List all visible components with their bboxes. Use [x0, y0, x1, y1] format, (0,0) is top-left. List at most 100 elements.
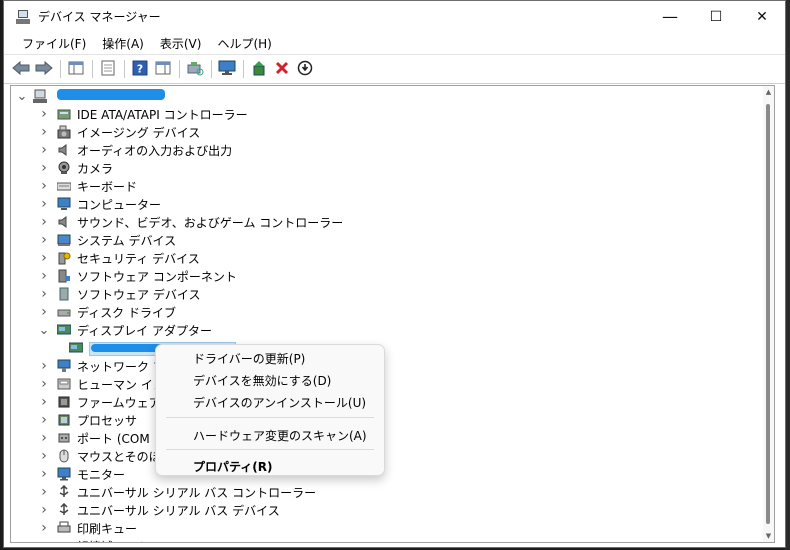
- minimize-icon: —: [662, 7, 678, 26]
- menu-help[interactable]: ヘルプ(H): [209, 35, 279, 52]
- tree-item[interactable]: › キーボード: [37, 177, 137, 195]
- chevron-right-icon[interactable]: ›: [37, 358, 51, 374]
- scroll-up-arrow-icon[interactable]: ▲: [764, 88, 773, 96]
- ctx-disable-device[interactable]: デバイスを無効にする(D): [193, 372, 331, 389]
- device-tree[interactable]: ▲ ▼ ⌄ › IDE ATA/ATAPI コントローラー › イメージング デバイス ›…: [10, 85, 775, 543]
- tree-item-label: サウンド、ビデオ、およびゲーム コントローラー: [77, 215, 344, 230]
- chevron-right-icon[interactable]: ›: [37, 142, 51, 158]
- storage-controller-icon: [57, 539, 71, 542]
- chevron-right-icon[interactable]: ›: [37, 466, 51, 482]
- tree-item[interactable]: › モニター: [37, 465, 125, 483]
- disable-device-button[interactable]: [294, 58, 316, 80]
- tree-item-child[interactable]: [55, 339, 89, 357]
- back-arrow-button[interactable]: [10, 58, 32, 80]
- scan-hardware-button[interactable]: [184, 58, 206, 80]
- chevron-right-icon[interactable]: ›: [37, 232, 51, 248]
- chevron-right-icon[interactable]: ›: [37, 250, 51, 266]
- update-driver-button[interactable]: [248, 58, 270, 80]
- tree-item-label: ファームウェア: [77, 395, 161, 410]
- scroll-thumb[interactable]: [766, 104, 770, 524]
- show-hide-tree-button[interactable]: [65, 58, 87, 80]
- ctx-uninstall-device[interactable]: デバイスのアンインストール(U): [193, 394, 366, 411]
- close-button[interactable]: ✕: [739, 1, 785, 32]
- toolbar-separator: [60, 60, 61, 78]
- software-component-icon: [57, 269, 71, 283]
- tree-item[interactable]: › ディスク ドライブ: [37, 303, 176, 321]
- tree-item[interactable]: › システム デバイス: [37, 231, 176, 249]
- ctx-scan-hardware[interactable]: ハードウェア変更のスキャン(A): [193, 427, 367, 444]
- maximize-button[interactable]: ☐: [693, 1, 739, 32]
- tree-item[interactable]: › プロセッサ: [37, 411, 137, 429]
- tree-item[interactable]: › イメージング デバイス: [37, 123, 200, 141]
- tree-item[interactable]: › オーディオの入力および出力: [37, 141, 232, 159]
- monitor-button[interactable]: [216, 58, 238, 80]
- chevron-right-icon[interactable]: ›: [37, 286, 51, 302]
- toolbar-separator: [243, 60, 244, 78]
- chevron-down-icon[interactable]: ⌄: [37, 323, 51, 338]
- chevron-right-icon[interactable]: ›: [37, 304, 51, 320]
- properties-button[interactable]: [97, 58, 119, 80]
- chevron-right-icon[interactable]: ›: [37, 484, 51, 500]
- usb-controller-icon: [57, 484, 71, 499]
- tree-item[interactable]: › サウンド、ビデオ、およびゲーム コントローラー: [37, 213, 343, 231]
- chevron-right-icon[interactable]: ›: [37, 106, 51, 122]
- chevron-right-icon[interactable]: ›: [37, 214, 51, 230]
- menu-action[interactable]: 操作(A): [94, 35, 152, 52]
- chevron-right-icon[interactable]: ›: [37, 376, 51, 392]
- processor-icon: [57, 413, 71, 427]
- chevron-right-icon[interactable]: ›: [37, 394, 51, 410]
- computer-root-icon: [33, 89, 47, 103]
- minimize-button[interactable]: —: [647, 1, 693, 32]
- tree-item[interactable]: › ユニバーサル シリアル バス デバイス: [37, 501, 280, 519]
- help-icon: ?: [132, 60, 148, 79]
- tree-item-label: キーボード: [77, 179, 138, 194]
- forward-arrow-button[interactable]: [33, 58, 55, 80]
- chevron-right-icon[interactable]: ›: [37, 538, 51, 542]
- scroll-down-arrow-icon[interactable]: ▼: [764, 532, 773, 540]
- vertical-scrollbar[interactable]: ▲ ▼: [763, 86, 774, 542]
- tree-item[interactable]: › IDE ATA/ATAPI コントローラー: [37, 105, 247, 123]
- chevron-right-icon[interactable]: ›: [37, 124, 51, 140]
- tree-item[interactable]: › 記憶域コントローラー: [37, 537, 197, 542]
- ide-controller-icon: [57, 107, 71, 121]
- tree-item[interactable]: › セキュリティ デバイス: [37, 249, 200, 267]
- firmware-icon: [57, 395, 71, 409]
- tree-item[interactable]: › ファームウェア: [37, 393, 161, 411]
- help-button[interactable]: ?: [129, 58, 151, 80]
- chevron-right-icon[interactable]: ›: [37, 196, 51, 212]
- menu-file[interactable]: ファイル(F): [14, 35, 94, 52]
- tree-item-label: セキュリティ デバイス: [77, 251, 200, 266]
- chevron-right-icon[interactable]: ›: [37, 160, 51, 176]
- tree-item[interactable]: › カメラ: [37, 159, 113, 177]
- tree-item-label: ソフトウェア デバイス: [77, 287, 201, 302]
- action-pane-button[interactable]: [152, 58, 174, 80]
- close-icon: ✕: [756, 8, 768, 25]
- tree-root[interactable]: ⌄: [15, 87, 53, 105]
- context-menu: ドライバーの更新(P) デバイスを無効にする(D) デバイスのアンインストール(U)…: [155, 344, 385, 476]
- tree-item[interactable]: › コンピューター: [37, 195, 161, 213]
- tree-item[interactable]: › ユニバーサル シリアル バス コントローラー: [37, 483, 316, 501]
- ctx-update-driver[interactable]: ドライバーの更新(P): [193, 350, 305, 367]
- display-adapter-icon: [56, 323, 72, 337]
- tree-item[interactable]: ⌄ ディスプレイ アダプター: [37, 321, 212, 339]
- usb-device-icon: [57, 502, 71, 517]
- chevron-right-icon[interactable]: ›: [37, 268, 51, 284]
- tree-item[interactable]: › ソフトウェア コンポーネント: [37, 267, 237, 285]
- chevron-right-icon[interactable]: ›: [37, 520, 51, 536]
- chevron-right-icon[interactable]: ›: [37, 178, 51, 194]
- disable-device-icon: [297, 60, 313, 79]
- chevron-right-icon[interactable]: ›: [37, 412, 51, 428]
- tree-item[interactable]: › ソフトウェア デバイス: [37, 285, 200, 303]
- network-adapter-icon: [57, 359, 71, 373]
- chevron-right-icon[interactable]: ›: [37, 448, 51, 464]
- chevron-right-icon[interactable]: ›: [37, 502, 51, 518]
- chevron-down-icon[interactable]: ⌄: [15, 89, 29, 104]
- menu-view[interactable]: 表示(V): [152, 35, 210, 52]
- desktop-background-strip: [786, 0, 790, 550]
- tree-item[interactable]: › 印刷キュー: [37, 519, 137, 537]
- ctx-properties[interactable]: プロパティ(R): [193, 458, 273, 475]
- printer-icon: [57, 521, 71, 535]
- uninstall-x-button[interactable]: [271, 58, 293, 80]
- tree-item-label: カメラ: [77, 161, 114, 176]
- chevron-right-icon[interactable]: ›: [37, 430, 51, 446]
